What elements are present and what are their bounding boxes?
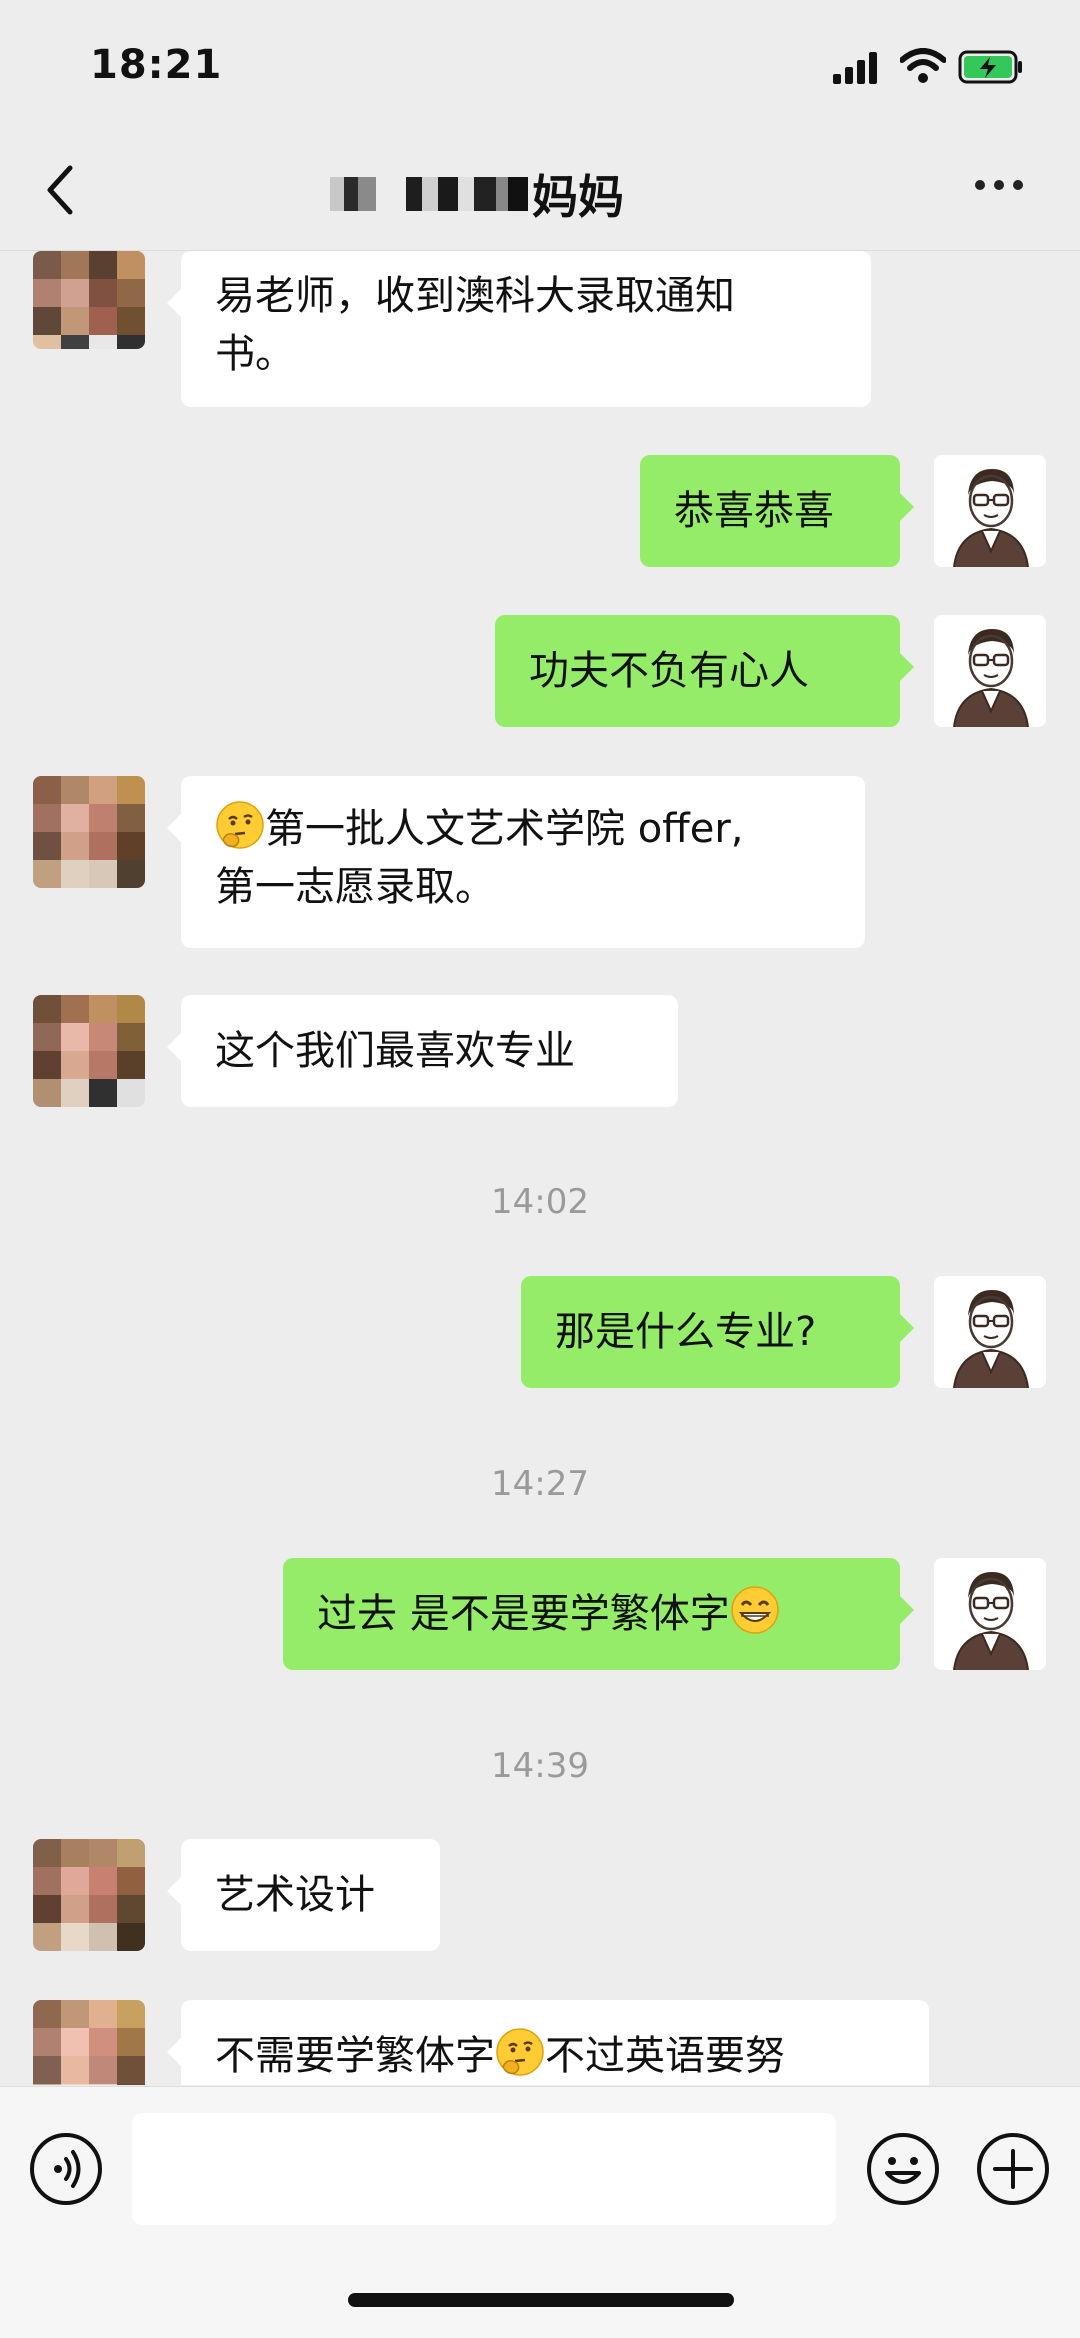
teacher-portrait-icon xyxy=(934,1276,1046,1388)
timestamp: 14:02 xyxy=(491,1182,589,1222)
message-text: 不需要学繁体字 不过英语要努 xyxy=(215,2027,895,2085)
grinning-emoji-icon xyxy=(730,1586,779,1634)
voice-input-icon[interactable] xyxy=(28,2131,104,2207)
message-bubble-incoming[interactable]: 第一批人文艺术学院 offer, 第一志愿录取。 xyxy=(167,776,865,948)
message-list[interactable]: 易老师，收到澳科大录取通知 书。 恭喜恭喜 功夫不负有心人 第一批人文艺术学院 … xyxy=(0,251,1080,2085)
status-time: 18:21 xyxy=(90,42,223,88)
message-text: 恭喜恭喜 xyxy=(674,488,834,534)
message-text-line: 过去 是不是要学繁体字 xyxy=(317,1591,730,1637)
contact-avatar[interactable] xyxy=(33,995,145,1107)
teacher-avatar[interactable] xyxy=(934,455,1046,567)
dot-icon xyxy=(1013,180,1023,190)
message-text: 这个我们最喜欢专业 xyxy=(215,1028,575,1074)
plus-icon[interactable] xyxy=(975,2131,1051,2207)
battery-charging-icon xyxy=(958,50,1022,84)
wifi-icon xyxy=(900,48,946,83)
redacted-name-mosaic xyxy=(330,177,528,211)
message-text-line: 不过英语要努 xyxy=(545,2033,785,2079)
timestamp: 14:39 xyxy=(491,1746,589,1786)
message-text: 功夫不负有心人 xyxy=(529,648,809,694)
message-bubble-incoming[interactable]: 这个我们最喜欢专业 xyxy=(167,995,678,1107)
thinking-emoji-icon xyxy=(216,801,264,849)
contact-avatar[interactable] xyxy=(33,251,145,349)
more-options-button[interactable] xyxy=(975,180,1023,190)
chat-title: 妈妈 xyxy=(330,164,624,224)
message-text: 那是什么专业? xyxy=(555,1309,817,1355)
contact-avatar[interactable] xyxy=(33,2000,145,2085)
teacher-avatar[interactable] xyxy=(934,1558,1046,1670)
message-bubble-outgoing[interactable]: 那是什么专业? xyxy=(521,1276,914,1388)
message-bubble-incoming[interactable]: 艺术设计 xyxy=(167,1839,440,1951)
message-bubble-incoming[interactable]: 易老师，收到澳科大录取通知 书。 xyxy=(167,251,871,407)
chat-header: 妈妈 xyxy=(0,130,1080,251)
contact-avatar[interactable] xyxy=(33,776,145,888)
message-text-line: 不需要学繁体字 xyxy=(215,2033,495,2079)
status-bar: 18:21 xyxy=(0,0,1080,130)
chat-title-text: 妈妈 xyxy=(532,170,624,224)
timestamp: 14:27 xyxy=(491,1464,589,1504)
message-text: 易老师，收到澳科大录取通知 xyxy=(215,273,735,319)
teacher-avatar[interactable] xyxy=(934,1276,1046,1388)
teacher-portrait-icon xyxy=(934,1558,1046,1670)
message-bubble-incoming[interactable]: 不需要学繁体字 不过英语要努 xyxy=(167,2000,929,2085)
message-text: 过去 是不是要学繁体字 xyxy=(317,1585,866,1643)
message-text: 第一志愿录取。 xyxy=(215,864,495,910)
dot-icon xyxy=(975,180,985,190)
message-bubble-outgoing[interactable]: 过去 是不是要学繁体字 xyxy=(283,1558,914,1670)
contact-avatar[interactable] xyxy=(33,1839,145,1951)
home-indicator[interactable] xyxy=(348,2293,734,2307)
message-text-field[interactable] xyxy=(132,2113,836,2225)
teacher-portrait-icon xyxy=(934,455,1046,567)
message-text: 第一批人文艺术学院 offer, xyxy=(215,800,831,858)
dot-icon xyxy=(994,180,1004,190)
teacher-portrait-icon xyxy=(934,615,1046,727)
message-bubble-outgoing[interactable]: 恭喜恭喜 xyxy=(640,455,914,567)
emoji-icon[interactable] xyxy=(865,2131,941,2207)
message-text: 艺术设计 xyxy=(215,1872,375,1918)
message-text-line: 第一批人文艺术学院 offer, xyxy=(265,806,744,852)
back-chevron-icon[interactable] xyxy=(40,160,80,220)
teacher-avatar[interactable] xyxy=(934,615,1046,727)
message-text: 书。 xyxy=(215,331,295,377)
message-bubble-outgoing[interactable]: 功夫不负有心人 xyxy=(495,615,914,727)
thinking-emoji-icon xyxy=(496,2028,544,2076)
cellular-signal-icon xyxy=(833,52,877,84)
